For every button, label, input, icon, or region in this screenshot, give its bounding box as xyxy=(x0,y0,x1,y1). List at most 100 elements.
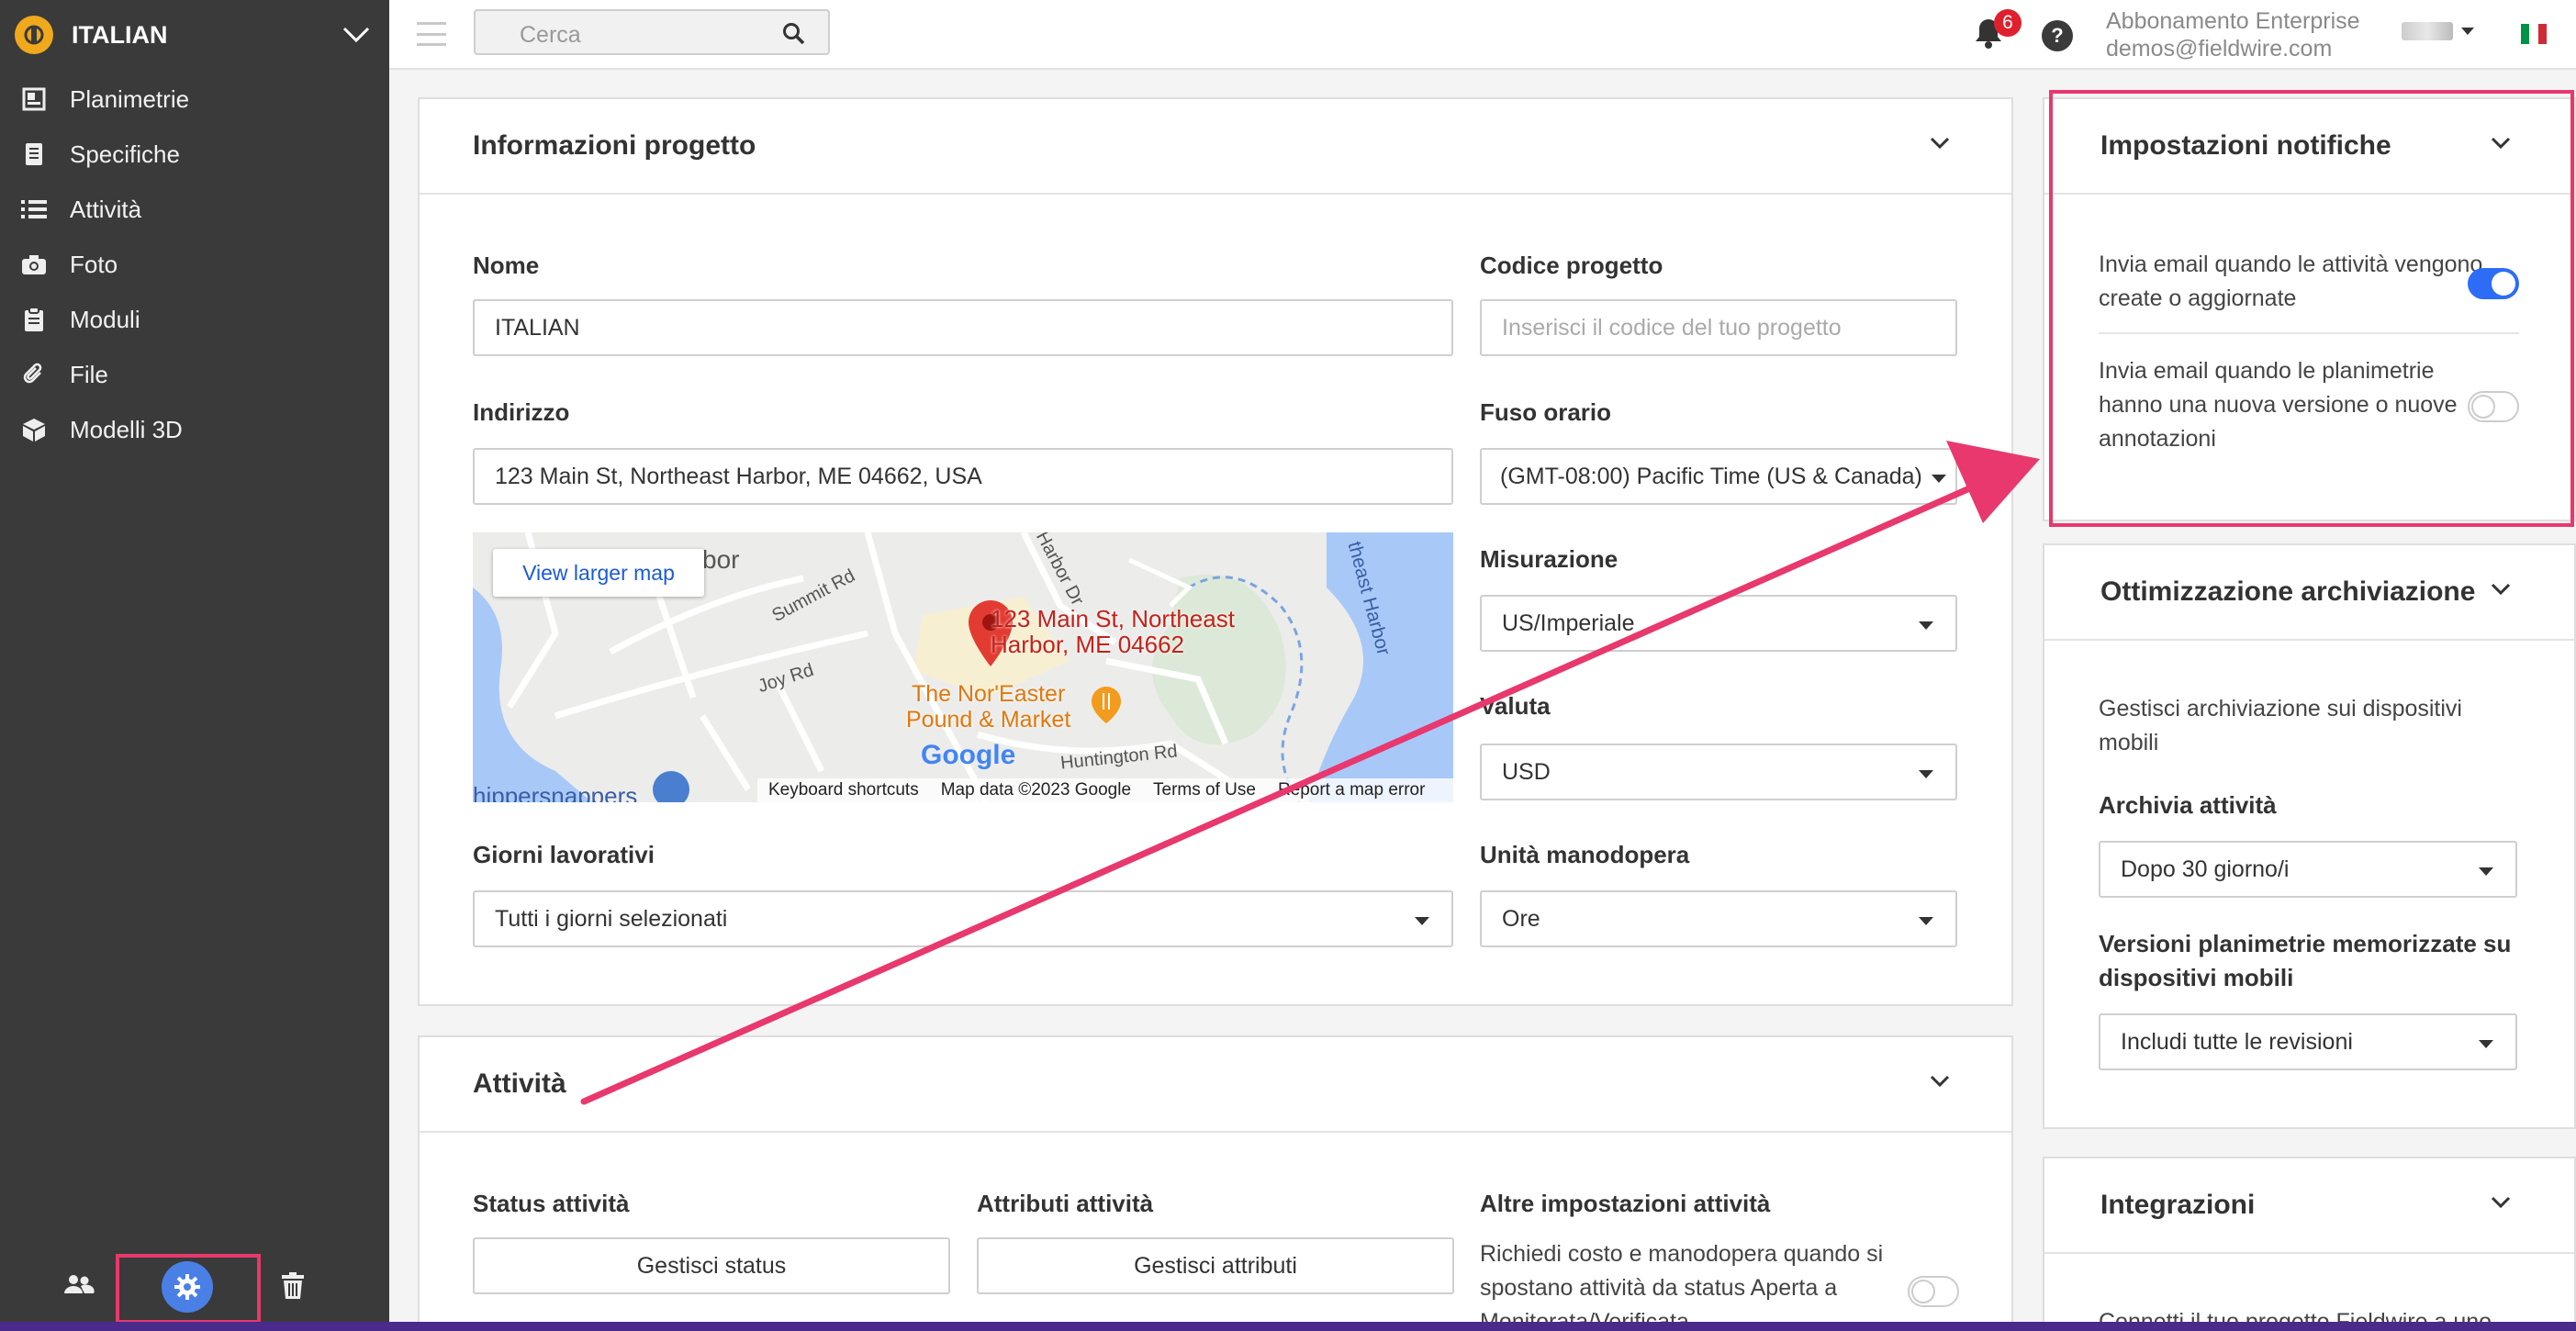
caret-down-icon xyxy=(1919,770,1933,778)
card-header[interactable]: Integrazioni xyxy=(2044,1158,2574,1254)
user-menu[interactable] xyxy=(2402,22,2477,40)
chevron-down-icon[interactable] xyxy=(2490,1195,2512,1210)
google-logo: Google xyxy=(921,740,1016,770)
settings-highlight xyxy=(116,1254,261,1324)
project-switcher[interactable]: ITALIAN xyxy=(0,0,389,70)
terms-link[interactable]: Terms of Use xyxy=(1153,780,1256,800)
other-task-settings-label: Altre impostazioni attività xyxy=(1480,1190,1771,1217)
sidebar-item-label: File xyxy=(70,360,108,388)
search-icon[interactable] xyxy=(782,22,806,50)
caret-down-icon xyxy=(2479,867,2493,876)
people-icon[interactable] xyxy=(62,1272,95,1298)
measurement-select[interactable]: US/Imperiale xyxy=(1480,595,1957,652)
project-code-field[interactable]: Inserisci il codice del tuo progetto xyxy=(1480,299,1957,356)
account-info[interactable]: Abbonamento Enterprise demos@fieldwire.c… xyxy=(2106,7,2360,62)
screen-edge xyxy=(0,1322,2576,1331)
chevron-down-icon[interactable] xyxy=(1929,1074,1951,1089)
address-label: Indirizzo xyxy=(473,398,570,426)
caret-down-icon xyxy=(1919,917,1933,925)
caret-down-icon xyxy=(1919,621,1933,630)
italy-flag-icon[interactable] xyxy=(2521,24,2547,44)
currency-value: USD xyxy=(1502,758,1551,785)
sidebar-item-plans[interactable]: Planimetrie xyxy=(0,72,389,127)
sidebar-item-label: Moduli xyxy=(70,305,140,333)
list-icon xyxy=(20,196,48,223)
sidebar-item-label: Specifiche xyxy=(70,140,180,168)
chevron-down-icon[interactable] xyxy=(338,17,375,53)
sidebar: ITALIAN Planimetrie Specifiche Attività … xyxy=(0,0,389,1331)
card-title: Integrazioni xyxy=(2100,1190,2256,1220)
sidebar-item-specs[interactable]: Specifiche xyxy=(0,127,389,182)
map-label: hippersnappers xyxy=(473,782,638,802)
card-header[interactable]: Ottimizzazione archiviazione xyxy=(2044,545,2574,641)
cube-icon xyxy=(20,416,48,443)
sidebar-item-photos[interactable]: Foto xyxy=(0,237,389,292)
cost-labor-toggle[interactable] xyxy=(1908,1276,1959,1307)
manage-status-button[interactable]: Gestisci status xyxy=(473,1237,950,1294)
sidebar-item-files[interactable]: File xyxy=(0,347,389,402)
keyboard-shortcuts-link[interactable]: Keyboard shortcuts xyxy=(768,780,919,800)
currency-label: Valuta xyxy=(1480,692,1551,720)
sidebar-item-label: Modelli 3D xyxy=(70,415,183,443)
project-name: ITALIAN xyxy=(72,20,168,49)
cost-labor-setting-text: Richiedi costo e manodopera quando si sp… xyxy=(1480,1241,1884,1331)
specs-icon xyxy=(20,140,48,168)
card-title: Ottimizzazione archiviazione xyxy=(2100,576,2476,607)
search-placeholder: Cerca xyxy=(520,22,581,48)
sidebar-item-3d-models[interactable]: Modelli 3D xyxy=(0,402,389,457)
caret-down-icon xyxy=(1415,917,1429,925)
measurement-label: Misurazione xyxy=(1480,545,1618,573)
timezone-value: (GMT-08:00) Pacific Time (US & Canada) xyxy=(1500,463,1922,489)
labor-unit-select[interactable]: Ore xyxy=(1480,890,1957,947)
map-embed[interactable]: 123 Main St, Northeast Harbor, ME 04662 … xyxy=(473,532,1453,802)
report-error-link[interactable]: Report a map error xyxy=(1278,780,1426,800)
card-title: Informazioni progetto xyxy=(473,130,756,161)
menu-icon[interactable] xyxy=(417,22,446,46)
caret-down-icon xyxy=(1932,475,1946,483)
map-pin-label: 123 Main St, Northeast Harbor, ME 04662 xyxy=(991,605,1235,658)
map-data-text: Map data ©2023 Google xyxy=(940,780,1132,800)
help-icon[interactable]: ? xyxy=(2042,20,2073,51)
card-header[interactable]: Informazioni progetto xyxy=(420,99,2011,195)
sidebar-item-label: Foto xyxy=(70,250,118,278)
task-status-label: Status attività xyxy=(473,1190,630,1217)
card-title: Attività xyxy=(473,1068,566,1099)
map-footer: Keyboard shortcuts Map data ©2023 Google… xyxy=(757,778,1453,802)
address-field[interactable]: 123 Main St, Northeast Harbor, ME 04662,… xyxy=(473,448,1453,505)
plan-versions-label: Versioni planimetrie memorizzate su disp… xyxy=(2099,930,2512,991)
name-field[interactable]: ITALIAN xyxy=(473,299,1453,356)
avatar xyxy=(2402,22,2453,40)
sidebar-item-forms[interactable]: Moduli xyxy=(0,292,389,347)
sidebar-item-label: Planimetrie xyxy=(70,84,190,113)
sidebar-item-label: Attività xyxy=(70,195,142,223)
fieldwire-logo xyxy=(15,16,53,54)
name-label: Nome xyxy=(473,252,540,279)
project-code-label: Codice progetto xyxy=(1480,252,1663,279)
archive-tasks-value: Dopo 30 giorno/i xyxy=(2121,856,2290,882)
card-header[interactable]: Attività xyxy=(420,1037,2011,1133)
trash-icon[interactable] xyxy=(279,1272,307,1300)
camera-icon xyxy=(20,251,48,278)
timezone-select[interactable]: (GMT-08:00) Pacific Time (US & Canada) xyxy=(1480,448,1957,505)
notification-badge: 6 xyxy=(1994,9,2022,37)
chevron-down-icon[interactable] xyxy=(2490,582,2512,597)
sidebar-item-tasks[interactable]: Attività xyxy=(0,182,389,237)
plan-versions-select[interactable]: Includi tutte le revisioni xyxy=(2099,1013,2517,1070)
manage-attributes-button[interactable]: Gestisci attributi xyxy=(977,1237,1454,1294)
view-larger-map-link[interactable]: View larger map xyxy=(493,549,704,597)
map-poi-label: The Nor'Easter Pound & Market xyxy=(906,681,1071,733)
topbar: Cerca 6 ? Abbonamento Enterprise demos@f… xyxy=(389,0,2576,70)
timezone-label: Fuso orario xyxy=(1480,398,1612,426)
account-email: demos@fieldwire.com xyxy=(2106,36,2333,62)
archive-tasks-select[interactable]: Dopo 30 giorno/i xyxy=(2099,841,2517,898)
chevron-down-icon[interactable] xyxy=(1929,136,1951,151)
currency-select[interactable]: USD xyxy=(1480,744,1957,800)
map-label: bor xyxy=(702,545,740,574)
paperclip-icon xyxy=(20,361,48,388)
labor-unit-label: Unità manodopera xyxy=(1480,841,1690,868)
workdays-select[interactable]: Tutti i giorni selezionati xyxy=(473,890,1453,947)
workdays-value: Tutti i giorni selezionati xyxy=(495,905,728,932)
task-attributes-label: Attributi attività xyxy=(977,1190,1154,1217)
search-input[interactable]: Cerca xyxy=(474,9,830,55)
archive-tasks-label: Archivia attività xyxy=(2099,791,2277,819)
